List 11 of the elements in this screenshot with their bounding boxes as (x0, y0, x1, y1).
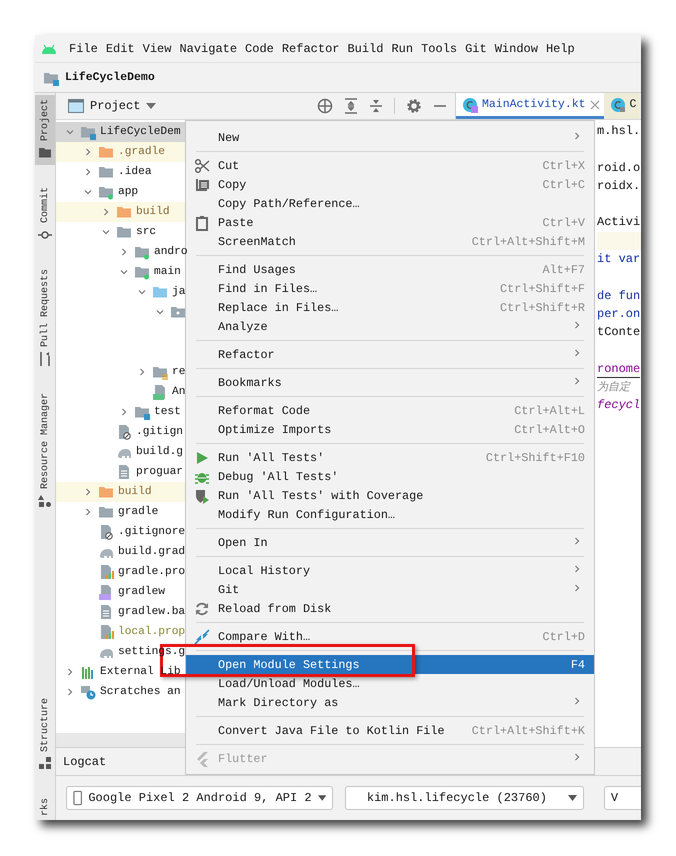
code-line: de fun (597, 288, 641, 305)
code-line: it var (597, 251, 641, 268)
code-line: per.on (597, 306, 641, 323)
code-line: ronome (597, 360, 641, 378)
code-line: roidx. (597, 178, 641, 195)
code-line: Activi (597, 214, 641, 232)
code-line: 为自定 (597, 379, 632, 396)
code-line: m.hsl. (597, 123, 641, 140)
code-line: fecycl (597, 397, 641, 414)
code-line: roid.o (597, 160, 641, 177)
code-line: tConte (597, 324, 641, 342)
